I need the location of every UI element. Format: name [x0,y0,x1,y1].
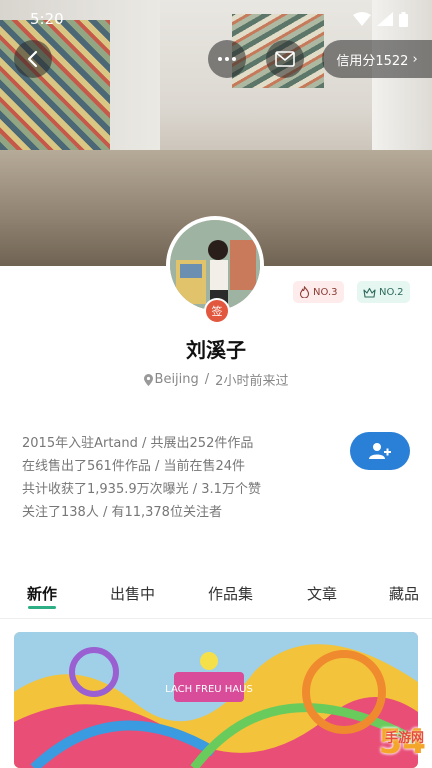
avatar-frame: 签 [166,216,264,324]
tab-new-works[interactable]: 新作 [27,583,57,604]
tab-collections[interactable]: 作品集 [208,583,253,604]
tab-collected[interactable]: 藏品 [389,583,419,604]
tab-on-sale[interactable]: 出售中 [110,583,155,604]
artwork-card[interactable]: LACH FREU HAUS [14,632,418,768]
location-text: Beijing [154,372,199,387]
heat-rank-label: NO.3 [313,286,338,298]
chevron-right-icon: › [412,51,418,67]
wifi-icon [353,12,371,26]
profile-name: 刘溪子 [186,338,246,362]
back-button[interactable] [14,40,52,78]
status-bar: 5:20 [30,8,408,30]
back-icon [27,50,38,68]
stats-line-sales: 在线售出了561件作品 / 当前在售24件 [22,459,245,474]
crown-icon [363,287,376,298]
avatar[interactable] [170,220,260,310]
location-pin-icon [143,373,153,386]
mail-icon [275,51,295,67]
verified-badge: 签 [204,298,230,324]
active-tab-indicator [28,606,56,609]
artwork-image: LACH FREU HAUS [14,632,418,768]
credit-score-label: 信用分1522 [336,53,409,69]
gift-rank-label: NO.2 [379,286,404,298]
stats-line-follow: 关注了138人 / 有11,378位关注者 [22,505,222,520]
profile-stats: 2015年入驻Artand / 共展出252件作品 在线售出了561件作品 / … [22,432,261,524]
signal-icon [377,12,393,26]
tab-articles[interactable]: 文章 [307,583,337,604]
avatar-photo [170,220,260,310]
stats-line-exposure: 共计收获了1,935.9万次曝光 / 3.1万个赞 [22,482,261,497]
flame-icon [299,286,310,298]
stats-line-join: 2015年入驻Artand / 共展出252件作品 [22,436,254,451]
watermark-sub: 手游网 [384,731,424,746]
artwork-sign-text: LACH FREU HAUS [165,684,253,695]
more-icon [218,57,236,61]
battery-icon [399,11,408,27]
tabs-divider [0,618,432,619]
heat-rank-badge[interactable]: NO.3 [293,281,344,303]
last-seen-text: 2小时前来过 [215,374,289,389]
status-time: 5:20 [30,10,64,28]
meta-separator: / [204,372,210,387]
more-button[interactable] [208,40,246,78]
message-button[interactable] [266,40,304,78]
add-user-icon [369,443,391,459]
profile-meta: Beijing / 2小时前来过 [0,370,432,389]
content-tabs: 新作 出售中 作品集 文章 藏品 [0,583,432,617]
gift-rank-badge[interactable]: NO.2 [357,281,410,303]
follow-button[interactable] [350,432,410,470]
credit-score-button[interactable]: 信用分1522 › [322,40,432,78]
painting-left [0,20,110,150]
